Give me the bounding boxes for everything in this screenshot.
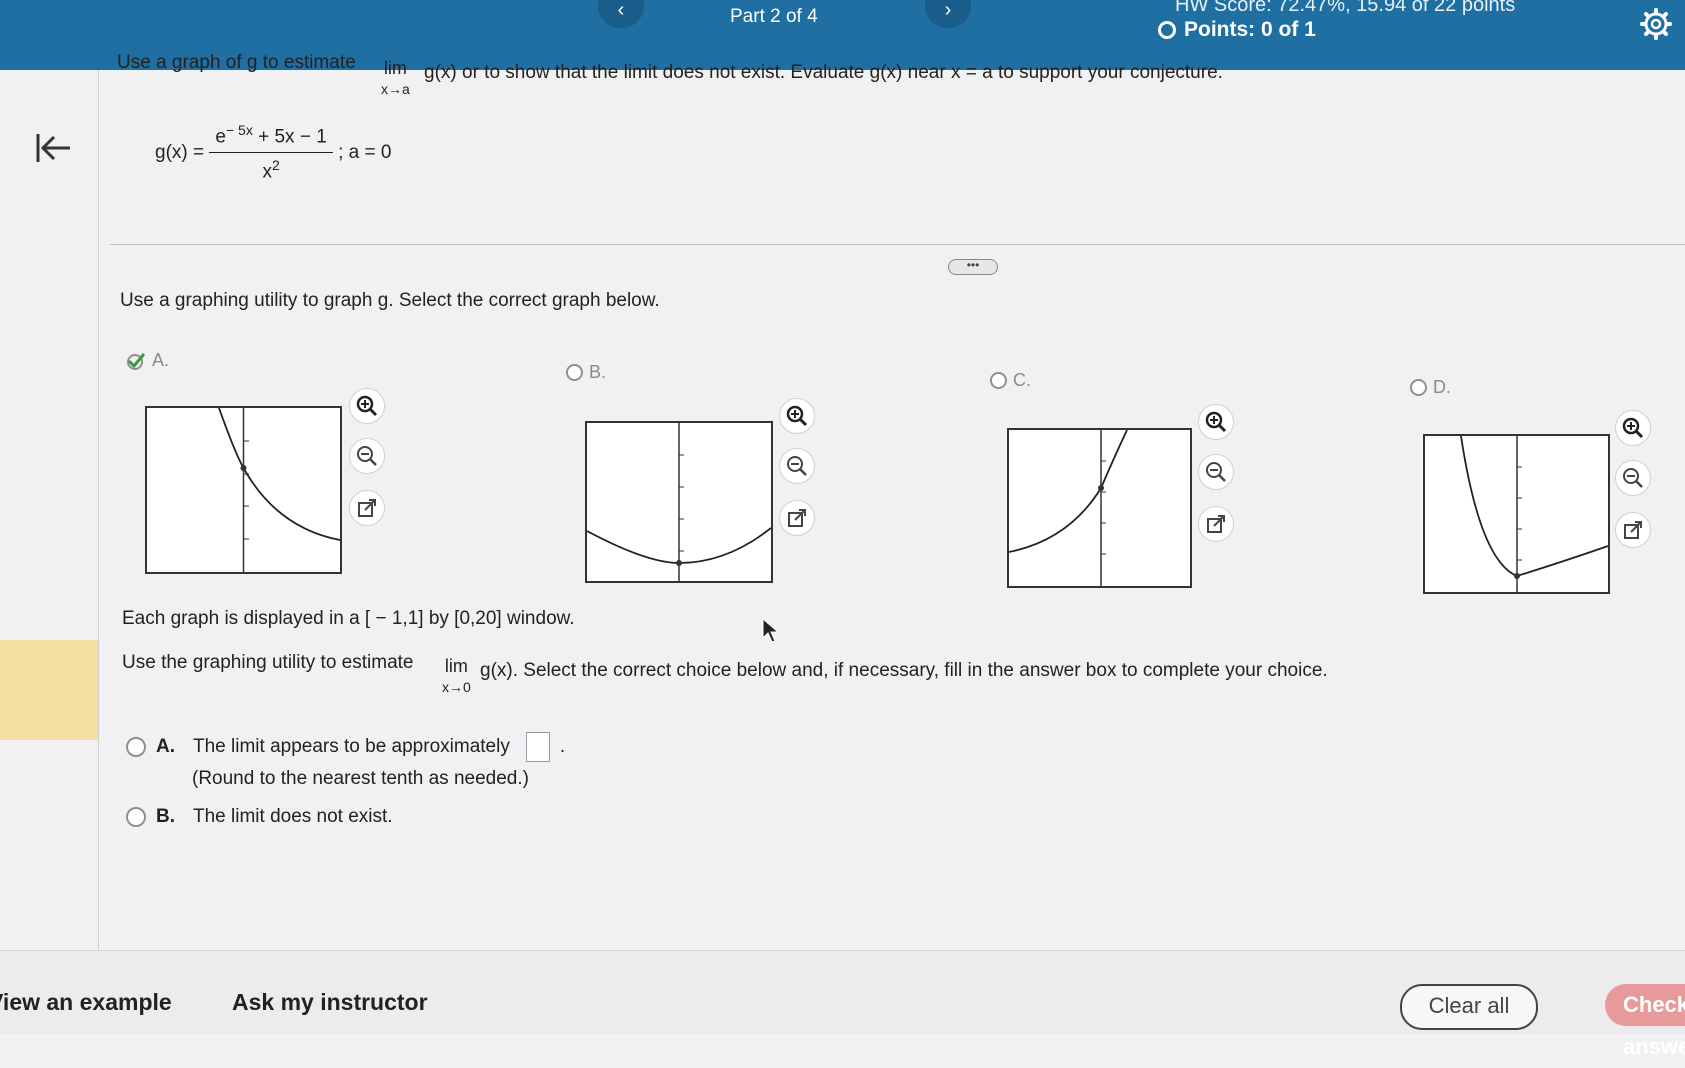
- option-c-label: C.: [1013, 370, 1031, 390]
- formula-tail: ; a = 0: [338, 141, 392, 163]
- part-indicator: Part 2 of 4: [730, 6, 818, 27]
- previous-part-button[interactable]: ‹: [598, 0, 644, 28]
- answer-input[interactable]: [525, 732, 550, 762]
- footer-bar: View an example Ask my instructor Clear …: [0, 950, 1685, 1059]
- radio-choice-b[interactable]: [126, 807, 146, 827]
- formula-fraction: e− 5x + 5x − 1 x2: [209, 122, 333, 184]
- open-new-window-icon[interactable]: [349, 490, 385, 526]
- question-intro-end: g(x) or to show that the limit does not …: [424, 62, 1223, 83]
- gear-icon[interactable]: [1640, 8, 1672, 40]
- graph-d: [1423, 434, 1610, 594]
- estimate-intro-end: g(x). Select the correct choice below an…: [480, 660, 1328, 681]
- points-text: Points: 0 of 1: [1184, 18, 1316, 41]
- question-limit: lim x→a: [381, 58, 410, 97]
- open-new-window-icon[interactable]: [1615, 512, 1651, 548]
- question-intro-start: Use a graph of g to estimate: [117, 52, 356, 73]
- option-d-label: D.: [1433, 377, 1451, 397]
- choice-a-period: .: [559, 736, 566, 757]
- clear-all-button[interactable]: Clear all: [1400, 984, 1538, 1030]
- choice-b[interactable]: B. The limit does not exist.: [126, 806, 393, 828]
- option-b-label: B.: [589, 362, 607, 382]
- choice-a-letter: A.: [156, 736, 175, 757]
- mouse-cursor-icon: [762, 618, 780, 643]
- zoom-out-icon[interactable]: [779, 448, 815, 484]
- left-rail: [0, 70, 99, 950]
- next-part-button[interactable]: ›: [925, 0, 971, 28]
- window-note: Each graph is displayed in a [ − 1,1] by…: [122, 608, 575, 629]
- check-answer-button[interactable]: Check answer: [1605, 984, 1685, 1059]
- graph-b: [585, 421, 773, 583]
- radio-choice-a[interactable]: [126, 737, 146, 757]
- open-new-window-icon[interactable]: [779, 500, 815, 536]
- points-ring-icon: [1158, 21, 1176, 39]
- radio-d[interactable]: [1410, 379, 1427, 396]
- choice-a-text: The limit appears to be approximately: [193, 736, 510, 757]
- limit-word: lim: [383, 58, 407, 78]
- hw-score: HW Score: 72.47%, 15.94 of 22 points: [1175, 0, 1516, 16]
- zoom-in-icon[interactable]: [1198, 404, 1234, 440]
- ask-instructor-link[interactable]: Ask my instructor: [232, 989, 428, 1016]
- limit-word: lim: [444, 656, 468, 676]
- view-example-link[interactable]: View an example: [0, 989, 172, 1016]
- choice-a-hint: (Round to the nearest tenth as needed.): [192, 768, 529, 789]
- rail-highlight: [0, 640, 98, 740]
- option-a-label: A.: [152, 350, 170, 370]
- choice-b-letter: B.: [156, 806, 175, 827]
- formula-numerator: e− 5x + 5x − 1: [209, 122, 333, 154]
- zoom-in-icon[interactable]: [349, 388, 385, 424]
- open-new-window-icon[interactable]: [1198, 506, 1234, 542]
- graph-option-a[interactable]: A.: [126, 350, 169, 371]
- zoom-out-icon[interactable]: [1198, 454, 1234, 490]
- limit-subscript: x→0: [442, 679, 471, 695]
- collapse-arrow-icon[interactable]: [34, 128, 74, 168]
- graph-instruction: Use a graphing utility to graph g. Selec…: [120, 290, 660, 311]
- zoom-out-icon[interactable]: [349, 438, 385, 474]
- estimate-limit: lim x→0: [442, 656, 471, 695]
- graph-option-b[interactable]: B.: [566, 362, 606, 383]
- graph-option-d[interactable]: D.: [1410, 377, 1451, 398]
- limit-subscript: x→a: [381, 81, 410, 97]
- formula-denominator: x2: [262, 157, 280, 183]
- choice-a[interactable]: A. The limit appears to be approximately…: [126, 732, 565, 762]
- zoom-in-icon[interactable]: [1615, 410, 1651, 446]
- expand-handle[interactable]: •••: [948, 259, 998, 275]
- section-divider: [110, 244, 1685, 245]
- choice-b-text: The limit does not exist.: [193, 806, 393, 827]
- graph-option-c[interactable]: C.: [990, 370, 1031, 391]
- radio-c[interactable]: [990, 372, 1007, 389]
- zoom-out-icon[interactable]: [1615, 460, 1651, 496]
- points-display: Points: 0 of 1: [1158, 18, 1316, 42]
- estimate-intro-start: Use the graphing utility to estimate: [122, 652, 414, 673]
- checkmark-icon: [127, 352, 146, 370]
- graph-c: [1007, 428, 1192, 588]
- zoom-in-icon[interactable]: [779, 398, 815, 434]
- radio-b[interactable]: [566, 364, 583, 381]
- graph-a: [145, 406, 342, 574]
- function-formula: g(x) = e− 5x + 5x − 1 x2 ; a = 0: [155, 122, 391, 184]
- formula-lhs: g(x) =: [155, 141, 205, 163]
